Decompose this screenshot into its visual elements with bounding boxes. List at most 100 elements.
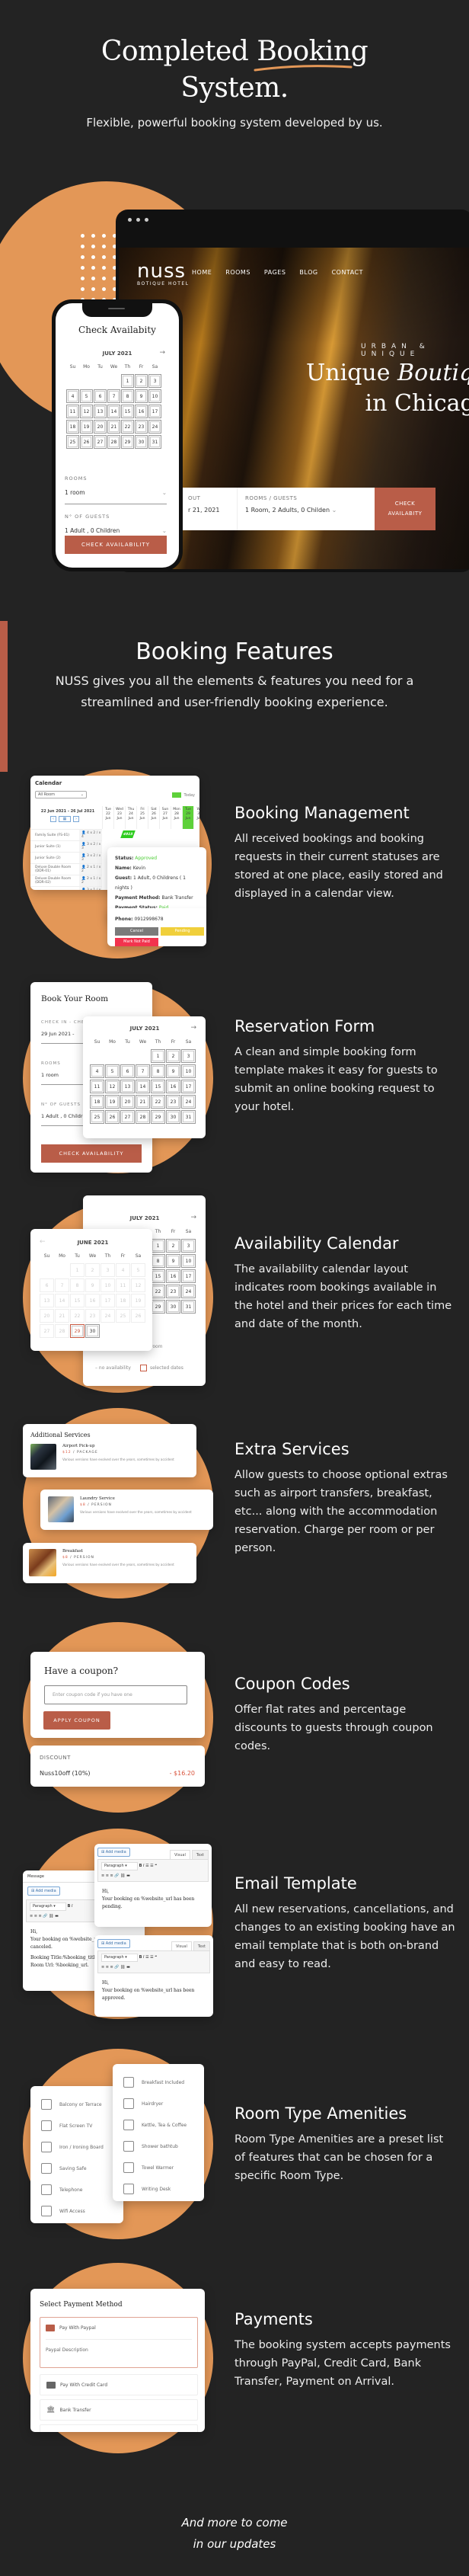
day-cell[interactable]: 15 (151, 1080, 165, 1093)
day-cell[interactable]: 30 (85, 1324, 100, 1338)
day-cell[interactable]: 27 (40, 1324, 54, 1338)
day-cell[interactable]: 2 (135, 374, 148, 388)
checkout-field[interactable]: OUT r 21, 2021 (180, 488, 238, 530)
day-cell[interactable]: 3 (181, 1049, 196, 1063)
hotel-logo[interactable]: nuss BOTIQUE HOTEL (137, 261, 190, 286)
add-media-button[interactable]: ⊞ Add media (27, 1886, 60, 1896)
day-cell[interactable]: 23 (85, 1309, 100, 1323)
coupon-input[interactable]: Enter coupon code if you have one (44, 1685, 187, 1704)
day-cell[interactable]: 19 (80, 420, 93, 434)
room-row[interactable]: Deluxe Double Room (DDR-01) 👤 2 x 1 / x 2 (30, 863, 102, 875)
day-cell[interactable]: 17 (100, 1294, 115, 1307)
cancel-button[interactable]: Cancel (115, 927, 158, 936)
day-cell[interactable]: 23 (166, 1095, 180, 1109)
arrow-right-icon[interactable]: → (190, 1024, 196, 1032)
day-cell[interactable]: 25 (116, 1309, 130, 1323)
day-cell[interactable]: 26 (80, 435, 93, 449)
day-cell[interactable]: 10 (181, 1064, 196, 1078)
day-cell[interactable]: 20 (94, 420, 107, 434)
mark-not-paid-button[interactable]: Mark Not Paid (115, 938, 158, 946)
day-cell[interactable]: 24 (148, 420, 161, 434)
day-cell[interactable]: 17 (148, 405, 161, 418)
day-cell[interactable]: 29 (121, 435, 134, 449)
day-cell[interactable]: 23 (166, 1285, 180, 1298)
day-cell[interactable]: 17 (181, 1269, 196, 1283)
day-cell[interactable]: 4 (66, 389, 79, 403)
day-cell[interactable]: 16 (166, 1080, 180, 1093)
nav-pages[interactable]: PAGES (264, 269, 286, 276)
day-cell[interactable]: 4 (90, 1064, 104, 1078)
day-cell[interactable]: 11 (66, 405, 79, 418)
day-cell[interactable]: 30 (166, 1110, 180, 1124)
day-cell[interactable]: 31 (148, 435, 161, 449)
day-cell[interactable]: 25 (66, 435, 79, 449)
nav-rooms[interactable]: ROOMS (225, 269, 250, 276)
day-cell[interactable]: 17 (181, 1080, 196, 1093)
align-icons[interactable]: ≡ ≡ ≡ 🔗 ⛓ ▬ (101, 1874, 130, 1878)
day-cell[interactable]: 9 (135, 389, 148, 403)
align-icons[interactable]: ≡ ≡ ≡ 🔗 ⛓ ▬ (101, 1965, 130, 1970)
day-cell[interactable]: 7 (136, 1064, 150, 1078)
day-cell[interactable]: 1 (121, 374, 134, 388)
room-filter-select[interactable]: All Room ⌄ (35, 791, 87, 798)
day-cell[interactable]: 31 (181, 1300, 196, 1314)
arrow-right-icon[interactable]: → (190, 1214, 196, 1221)
day-cell[interactable]: 11 (90, 1080, 104, 1093)
day-cell[interactable]: 29 (151, 1300, 165, 1314)
day-cell[interactable]: 29 (70, 1324, 85, 1338)
booking-block[interactable]: 4915 (120, 830, 136, 838)
format-select[interactable]: Paragraph ▾ (101, 1862, 138, 1870)
email-body[interactable]: Hi, Your booking on %website_url has bee… (102, 1888, 207, 1911)
day-cell[interactable]: 3 (181, 1239, 196, 1253)
format-select[interactable]: Paragraph ▾ (101, 1954, 138, 1962)
day-cell[interactable]: 1 (151, 1239, 165, 1253)
day-cell[interactable]: 3 (148, 374, 161, 388)
bold-icon[interactable]: B (139, 1955, 142, 1960)
email-body[interactable]: Hi, Your booking on %website_url has bee… (102, 1979, 209, 2002)
bold-icon[interactable]: B (68, 1904, 71, 1909)
italic-icon[interactable]: I (143, 1955, 144, 1960)
day-cell[interactable]: 14 (55, 1294, 69, 1307)
room-row[interactable]: Family Suite (FS-01) 👤 4 x 2 / x 4 (30, 829, 102, 840)
format-select[interactable]: Paragraph ▾ (30, 1902, 66, 1911)
day-cell[interactable]: 1 (70, 1263, 85, 1277)
day-cell[interactable]: 10 (181, 1254, 196, 1268)
service-item[interactable]: Airport Pick-up $12 / PACKAGE Various vers… (30, 1444, 174, 1470)
day-cell[interactable]: 8 (151, 1064, 165, 1078)
day-cell[interactable]: 28 (107, 435, 120, 449)
nav-blog[interactable]: BLOG (299, 269, 317, 276)
payment-option-paypal[interactable]: Pay With Paypal (40, 2317, 198, 2338)
day-cell[interactable]: 21 (107, 420, 120, 434)
day-cell[interactable]: 7 (107, 389, 120, 403)
day-cell[interactable]: 15 (70, 1294, 85, 1307)
check-availability-button[interactable]: CHECK AVAILABILITY (41, 1144, 142, 1163)
day-cell[interactable]: 23 (135, 420, 148, 434)
payment-option-card[interactable]: Pay With Credit Card (40, 2374, 198, 2395)
day-cell[interactable]: 3 (100, 1263, 115, 1277)
day-cell[interactable]: 8 (70, 1278, 85, 1292)
day-cell[interactable]: 16 (166, 1269, 180, 1283)
breakfast-service-card[interactable]: Breakfast $8 / PERSION Various versions ha… (23, 1543, 196, 1583)
day-cell[interactable]: 16 (85, 1294, 100, 1307)
day-cell[interactable]: 8 (151, 1254, 165, 1268)
room-row[interactable]: Deluxe Double Room (DDR-02) 👤 2 x 1 / x 2 (30, 875, 102, 886)
day-cell[interactable]: 24 (181, 1285, 196, 1298)
day-cell[interactable]: 13 (40, 1294, 54, 1307)
day-cell[interactable]: 9 (166, 1064, 180, 1078)
day-cell[interactable]: 18 (66, 420, 79, 434)
day-cell[interactable]: 1 (151, 1049, 165, 1063)
day-cell[interactable]: 18 (90, 1095, 104, 1109)
day-cell[interactable]: 5 (131, 1263, 145, 1277)
rooms-guests-field[interactable]: ROOMS / GUESTS 1 Room, 2 Adults, 0 Child… (238, 488, 348, 530)
day-cell[interactable]: 14 (136, 1080, 150, 1093)
room-row[interactable]: Triple Room (TR-01)👤 3 x 1 / x 3 (30, 886, 102, 890)
check-availability-button[interactable]: CHECK AVAILABITY (375, 488, 436, 530)
add-media-button[interactable]: ⊞ Add media (97, 1939, 130, 1948)
day-cell[interactable]: 13 (94, 405, 107, 418)
nav-home[interactable]: HOME (192, 269, 212, 276)
day-cell[interactable]: 8 (121, 389, 134, 403)
next-button[interactable]: › (73, 816, 79, 822)
prev-button[interactable]: ‹ (50, 816, 56, 822)
day-cell[interactable]: 27 (94, 435, 107, 449)
day-cell[interactable]: 26 (131, 1309, 145, 1323)
